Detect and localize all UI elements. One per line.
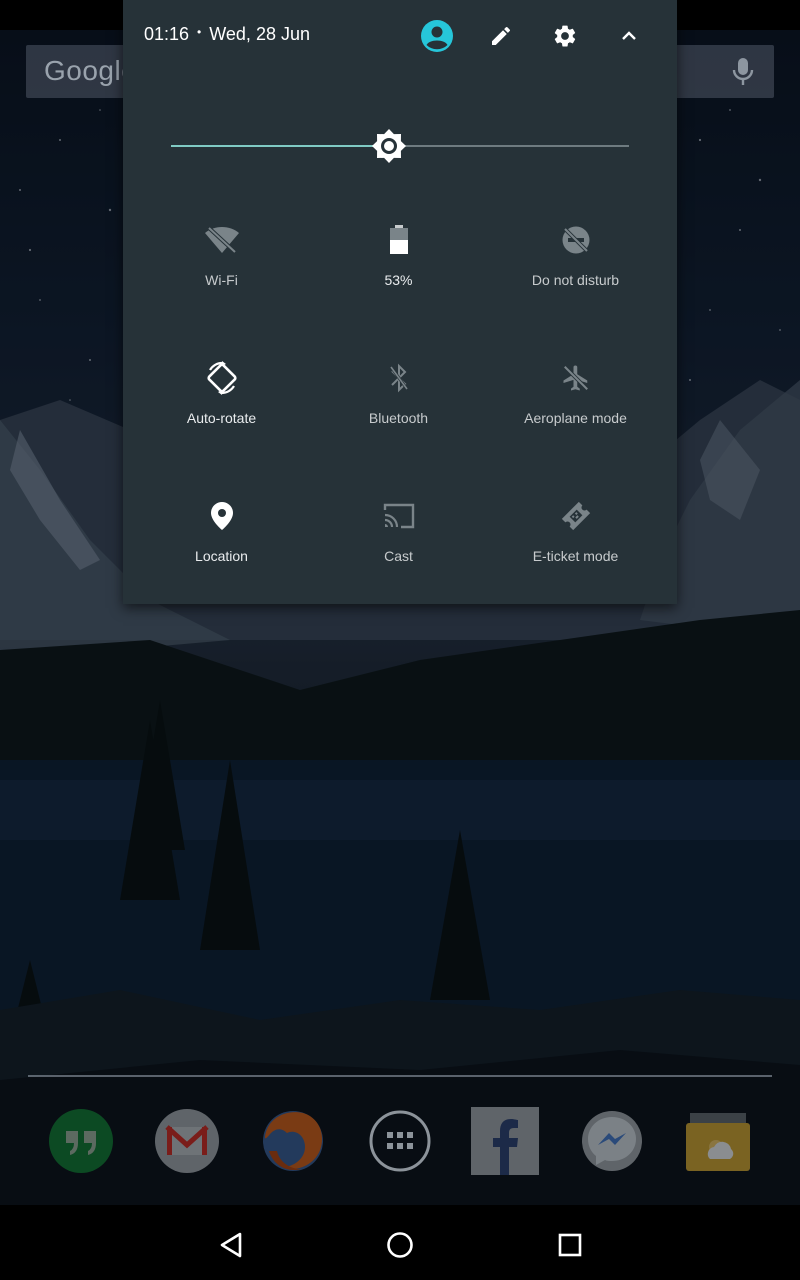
airplane-icon <box>487 360 664 396</box>
tile-aeroplane-mode[interactable]: Aeroplane mode <box>487 340 664 460</box>
user-account-button[interactable] <box>419 18 455 54</box>
cast-icon <box>310 498 487 534</box>
facebook-app-icon[interactable] <box>471 1107 539 1175</box>
location-pin-icon <box>133 498 310 534</box>
navigation-bar <box>0 1205 800 1280</box>
chevron-up-icon <box>622 31 636 40</box>
apps-grid-icon <box>369 1110 431 1172</box>
tile-label-wifi: Wi-Fi <box>205 272 238 288</box>
dock-divider <box>28 1075 772 1077</box>
tile-auto-rotate[interactable]: Auto-rotate <box>133 340 310 460</box>
tile-label-bluetooth: Bluetooth <box>368 410 429 426</box>
brightness-slider[interactable] <box>171 126 629 166</box>
eticket-icon <box>487 498 664 534</box>
tile-wifi[interactable]: Wi-Fi <box>133 202 310 322</box>
settings-button[interactable] <box>547 18 583 54</box>
back-button[interactable] <box>211 1225 251 1265</box>
app-drawer-button[interactable] <box>366 1107 434 1175</box>
do-not-disturb-icon <box>487 222 664 258</box>
tile-label-cast: Cast <box>384 548 413 564</box>
tile-eticket-mode[interactable]: E-ticket mode <box>487 478 664 598</box>
account-circle-icon <box>421 20 453 52</box>
date-time[interactable]: 01:16 • Wed, 28 Jun <box>144 24 310 45</box>
tile-label-auto-rotate: Auto-rotate <box>186 410 257 426</box>
brightness-icon <box>372 129 407 163</box>
pencil-icon <box>492 26 510 45</box>
gear-icon <box>554 25 576 47</box>
recents-button[interactable] <box>550 1225 590 1265</box>
tile-cast[interactable]: Cast <box>310 478 487 598</box>
home-circle-icon <box>387 1232 413 1258</box>
tile-label-do-not-disturb: Do not disturb <box>531 272 620 288</box>
tile-location[interactable]: Location <box>133 478 310 598</box>
clock-date: Wed, 28 Jun <box>209 24 310 44</box>
brightness-track-filled <box>171 145 390 147</box>
tile-battery[interactable]: 53% <box>310 202 487 322</box>
back-triangle-icon <box>220 1232 242 1258</box>
clock-time: 01:16 <box>144 24 190 44</box>
recents-square-icon <box>558 1233 582 1257</box>
messenger-app-icon[interactable] <box>578 1107 646 1175</box>
quick-settings-panel: 01:16 • Wed, 28 Jun Wi-Fi 53% Do not dis… <box>123 0 677 604</box>
time-date-separator: • <box>197 25 202 39</box>
collapse-button[interactable] <box>611 18 647 54</box>
wifi-off-icon <box>133 222 310 258</box>
firefox-app-icon[interactable] <box>259 1107 327 1175</box>
tile-label-location: Location <box>195 548 248 564</box>
tile-bluetooth[interactable]: Bluetooth <box>310 340 487 460</box>
hangouts-app-icon[interactable] <box>47 1107 115 1175</box>
bluetooth-icon <box>310 360 487 396</box>
edit-button[interactable] <box>483 18 519 54</box>
quick-settings-header: 01:16 • Wed, 28 Jun <box>123 0 677 70</box>
gmail-app-icon[interactable] <box>153 1107 221 1175</box>
weather-app-icon[interactable] <box>684 1107 752 1175</box>
tile-label-battery: 53% <box>384 272 413 288</box>
brightness-thumb[interactable] <box>371 128 407 164</box>
microphone-icon[interactable] <box>732 57 754 91</box>
tile-label-eticket-mode: E-ticket mode <box>532 548 619 564</box>
tile-label-aeroplane-mode: Aeroplane mode <box>524 410 627 426</box>
battery-icon <box>310 222 487 258</box>
auto-rotate-icon <box>133 360 310 396</box>
tile-do-not-disturb[interactable]: Do not disturb <box>487 202 664 322</box>
home-button[interactable] <box>380 1225 420 1265</box>
